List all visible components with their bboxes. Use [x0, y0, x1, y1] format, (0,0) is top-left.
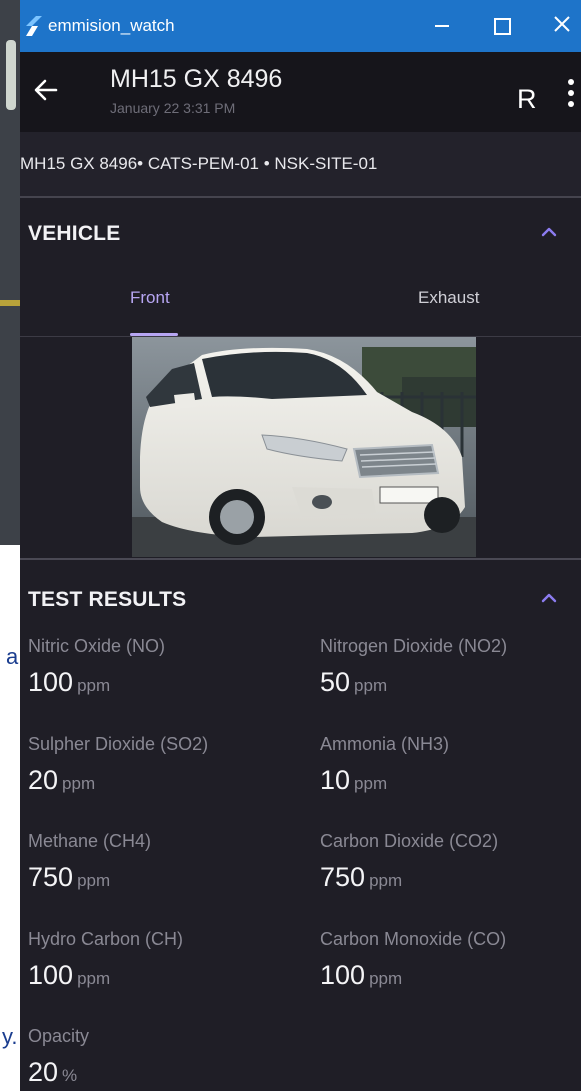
test-results-section-title: TEST RESULTS — [28, 588, 187, 611]
metric-label: Nitrogen Dioxide (NO2) — [320, 636, 508, 656]
metric-label: Carbon Monoxide (CO) — [320, 929, 507, 949]
metric-unit: % — [62, 1066, 78, 1085]
more-vertical-icon[interactable] — [566, 78, 576, 108]
metric-label: Sulpher Dioxide (SO2) — [28, 734, 209, 754]
maximize-icon — [493, 18, 511, 36]
metric-unit: ppm — [369, 871, 403, 890]
vehicle-info-text: MH15 GX 8496• CATS-PEM-01 • NSK-SITE-01 — [20, 154, 378, 173]
app-bar: MH15 GX 8496 January 22 3:31 PM R — [20, 52, 581, 132]
metric-value: 20 — [28, 765, 59, 795]
metric-label: Opacity — [28, 1026, 90, 1046]
vehicle-photo-image — [132, 337, 476, 557]
metric-label: Carbon Dioxide (CO2) — [320, 831, 499, 851]
vehicle-section-header[interactable]: VEHICLE — [20, 198, 581, 264]
metric-carbon-dioxide: Carbon Dioxide (CO2) 750 ppm — [320, 831, 498, 893]
chevron-up-icon[interactable] — [540, 590, 558, 604]
metric-ammonia: Ammonia (NH3) 10 ppm — [320, 734, 449, 796]
close-icon — [554, 16, 570, 32]
chevron-up-icon[interactable] — [540, 224, 558, 238]
app-window: emmision_watch MH15 GX 8496 January 22 3… — [20, 0, 581, 1091]
divider — [20, 558, 581, 560]
app-logo-icon — [26, 16, 42, 36]
metric-value: 100 — [320, 960, 366, 990]
metric-label: Methane (CH4) — [28, 831, 152, 851]
metric-carbon-monoxide: Carbon Monoxide (CO) 100 ppm — [320, 929, 506, 991]
active-tab-indicator — [130, 333, 178, 336]
maximize-button[interactable] — [482, 10, 522, 42]
metric-value: 100 — [28, 960, 74, 990]
metric-label: Nitric Oxide (NO) — [28, 636, 166, 656]
window-title: emmision_watch — [48, 16, 175, 35]
tab-exhaust[interactable]: Exhaust — [418, 288, 479, 308]
test-results-section-header[interactable]: TEST RESULTS — [20, 564, 581, 630]
metric-label: Ammonia (NH3) — [320, 734, 450, 754]
metric-value: 50 — [320, 667, 351, 697]
metric-unit: ppm — [77, 871, 111, 890]
metric-value: 750 — [28, 862, 74, 892]
background-image — [0, 0, 20, 545]
metric-unit: ppm — [77, 969, 111, 988]
metric-methane: Methane (CH4) 750 ppm — [28, 831, 151, 893]
minimize-button[interactable] — [422, 10, 462, 42]
metric-hydro-carbon: Hydro Carbon (CH) 100 ppm — [28, 929, 183, 991]
metric-unit: ppm — [354, 774, 388, 793]
page-title: MH15 GX 8496 — [110, 65, 283, 93]
window-titlebar: emmision_watch — [20, 0, 581, 52]
metric-sulpher-dioxide: Sulpher Dioxide (SO2) 20 ppm — [28, 734, 208, 796]
metric-value: 20 — [28, 1057, 59, 1087]
metric-nitric-oxide: Nitric Oxide (NO) 100 ppm — [28, 636, 165, 698]
metric-opacity: Opacity 20% — [28, 1026, 89, 1088]
user-initial-button[interactable]: R — [517, 84, 537, 115]
metric-nitrogen-dioxide: Nitrogen Dioxide (NO2) 50 ppm — [320, 636, 507, 698]
background-desktop: a y. — [0, 0, 20, 1091]
metric-unit: ppm — [354, 676, 388, 695]
tab-front[interactable]: Front — [130, 288, 170, 308]
metric-value: 100 — [28, 667, 74, 697]
background-text-fragment: a — [6, 644, 19, 669]
vehicle-info-line: MH15 GX 8496• CATS-PEM-01 • NSK-SITE-01 — [20, 132, 581, 196]
close-button[interactable] — [542, 10, 581, 42]
vehicle-tabs: Front Exhaust — [20, 266, 581, 336]
metric-unit: ppm — [369, 969, 403, 988]
page-subtitle-timestamp: January 22 3:31 PM — [110, 100, 236, 116]
minimize-icon — [435, 25, 449, 27]
metric-unit: ppm — [77, 676, 111, 695]
metric-value: 10 — [320, 765, 351, 795]
vehicle-front-photo — [132, 337, 476, 557]
background-text-fragment: y. — [2, 1024, 18, 1049]
vehicle-section-title: VEHICLE — [28, 222, 121, 245]
back-arrow-icon[interactable] — [30, 74, 62, 106]
metric-label: Hydro Carbon (CH) — [28, 929, 184, 949]
metric-value: 750 — [320, 862, 366, 892]
metric-unit: ppm — [62, 774, 96, 793]
